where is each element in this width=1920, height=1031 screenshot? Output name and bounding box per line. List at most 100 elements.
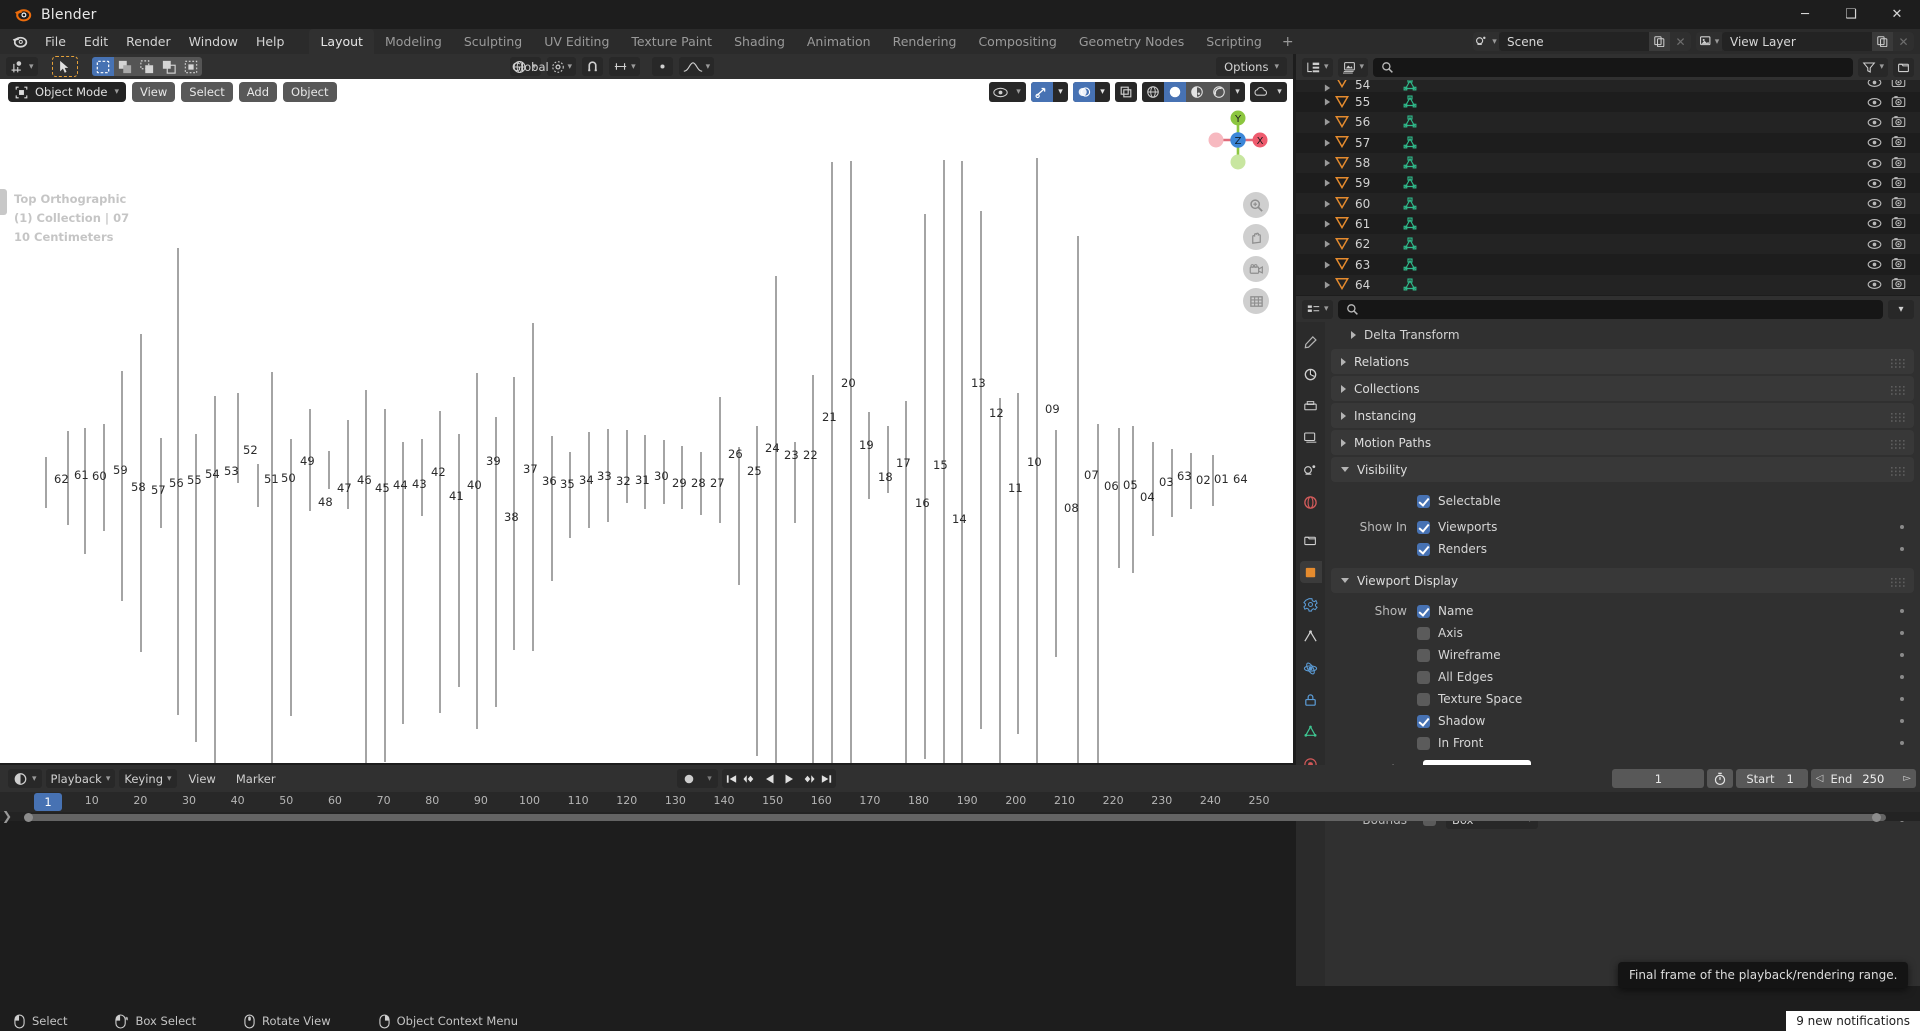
row-display-texture-space[interactable]: Texture Space xyxy=(1325,688,1920,710)
outliner-row[interactable]: 56 xyxy=(1296,112,1920,133)
disable-in-renders-icon[interactable] xyxy=(1891,255,1906,274)
properties-context-dropdown[interactable]: ▾ xyxy=(1302,299,1333,319)
viewports-checkbox[interactable] xyxy=(1417,520,1430,534)
snap-pivot-point-button[interactable]: ▾ xyxy=(546,57,577,76)
outliner-row[interactable]: 57 xyxy=(1296,132,1920,153)
expand-arrow-icon[interactable] xyxy=(1320,261,1335,269)
properties-panel-body[interactable]: Delta Transform Relations Collections Insta… xyxy=(1325,322,1920,986)
row-display-shadow[interactable]: Shadow xyxy=(1325,710,1920,732)
new-view-layer-button[interactable] xyxy=(1872,32,1893,51)
move-view-icon[interactable] xyxy=(1243,224,1269,250)
timeline-expand-arrow-icon[interactable]: ❯ xyxy=(2,809,12,823)
disable-in-renders-icon[interactable] xyxy=(1891,214,1906,233)
tab-collection[interactable] xyxy=(1300,529,1322,551)
animate-property-dot[interactable] xyxy=(1900,719,1904,723)
tab-constraints[interactable] xyxy=(1300,689,1322,711)
navigation-gizmo[interactable]: Y X Z xyxy=(1205,107,1271,173)
hide-in-viewport-icon[interactable] xyxy=(1867,113,1882,132)
hide-in-viewport-icon[interactable] xyxy=(1867,275,1882,294)
hide-in-viewport-icon[interactable] xyxy=(1867,255,1882,274)
hide-in-viewport-icon[interactable] xyxy=(1867,174,1882,193)
object-visibility-icon[interactable] xyxy=(989,82,1011,102)
viewport-sidebar-toggle[interactable] xyxy=(0,189,7,215)
proportional-editing-button[interactable] xyxy=(651,57,673,76)
outliner-row[interactable]: 64 xyxy=(1296,274,1920,295)
expand-arrow-icon[interactable] xyxy=(1320,118,1335,126)
texture-space-checkbox[interactable] xyxy=(1417,692,1430,706)
current-frame-field[interactable]: 1 xyxy=(1612,769,1705,788)
mesh-data-icon[interactable] xyxy=(1403,115,1417,129)
panel-instancing[interactable]: Instancing xyxy=(1331,403,1914,428)
expand-arrow-icon[interactable] xyxy=(1320,200,1335,208)
tab-output[interactable] xyxy=(1300,395,1322,417)
selectable-checkbox[interactable] xyxy=(1417,494,1430,508)
properties-options-chevron-down-icon[interactable]: ▾ xyxy=(1888,299,1914,319)
transform-orientation-dropdown[interactable]: Global ▾ xyxy=(510,57,549,76)
animate-property-dot[interactable] xyxy=(1900,653,1904,657)
disable-in-renders-icon[interactable] xyxy=(1891,154,1906,173)
view-layer-selector[interactable]: View Layer ✕ xyxy=(1722,32,1914,51)
timeline-horizontal-scrollbar[interactable]: ❯ xyxy=(0,809,1920,823)
menu-edit[interactable]: Edit xyxy=(75,31,117,52)
panel-drag-grip[interactable] xyxy=(1891,357,1905,368)
row-display-wireframe[interactable]: Wireframe xyxy=(1325,644,1920,666)
disable-in-renders-icon[interactable] xyxy=(1891,174,1906,193)
blender-menu-icon[interactable] xyxy=(8,31,30,53)
select-subtract-icon[interactable] xyxy=(135,57,158,76)
row-show-in-renders[interactable]: Renders xyxy=(1325,538,1920,560)
disable-in-renders-icon[interactable] xyxy=(1891,235,1906,254)
disable-in-renders-icon[interactable] xyxy=(1891,93,1906,112)
next-keyframe-button[interactable] xyxy=(798,769,817,788)
overlays-toggle-icon[interactable] xyxy=(1073,82,1095,102)
toggle-perspective-ortho-icon[interactable] xyxy=(1243,288,1269,314)
maximize-button[interactable]: ❑ xyxy=(1828,0,1874,29)
auto-keying-record-icon[interactable] xyxy=(677,769,701,788)
all-edges-checkbox[interactable] xyxy=(1417,670,1430,684)
jump-to-start-button[interactable] xyxy=(722,769,741,788)
panel-collections[interactable]: Collections xyxy=(1331,376,1914,401)
row-display-all-edges[interactable]: All Edges xyxy=(1325,666,1920,688)
transform-pivot-button[interactable]: ▾ xyxy=(6,57,38,76)
timeline-menu-marker[interactable]: Marker xyxy=(228,769,284,789)
hide-in-viewport-icon[interactable] xyxy=(1867,154,1882,173)
timeline-scroll-handle-left[interactable] xyxy=(24,812,33,822)
tab-modeling[interactable]: Modeling xyxy=(374,29,453,54)
zoom-view-icon[interactable] xyxy=(1243,192,1269,218)
row-selectable[interactable]: Selectable xyxy=(1325,490,1920,512)
hide-in-viewport-icon[interactable] xyxy=(1867,214,1882,233)
visibility-chevron-down-icon[interactable]: ▾ xyxy=(1011,82,1026,102)
tab-render[interactable] xyxy=(1300,363,1322,385)
tab-compositing[interactable]: Compositing xyxy=(967,29,1067,54)
menu-file[interactable]: File xyxy=(36,31,75,52)
row-show-in-viewports[interactable]: Show In Viewports xyxy=(1325,516,1920,538)
properties-search-input[interactable] xyxy=(1337,299,1883,319)
outliner-filter-id-dropdown[interactable]: ▾ xyxy=(1337,57,1369,77)
tab-particles[interactable] xyxy=(1300,625,1322,647)
remove-view-layer-button[interactable]: ✕ xyxy=(1893,32,1914,51)
timeline-menu-keying[interactable]: Keying ▾ xyxy=(119,769,177,788)
panel-motion-paths[interactable]: Motion Paths xyxy=(1331,430,1914,455)
tweak-tool-icon[interactable] xyxy=(53,58,76,75)
timeline-menu-view[interactable]: View xyxy=(181,769,224,789)
tab-scripting[interactable]: Scripting xyxy=(1195,29,1273,54)
use-preview-range-button[interactable] xyxy=(1707,769,1734,788)
gizmo-toggle-icon[interactable] xyxy=(1031,82,1053,102)
viewport-menu-object[interactable]: Object xyxy=(283,82,337,102)
expand-arrow-icon[interactable] xyxy=(1320,179,1335,187)
animate-property-dot[interactable] xyxy=(1900,741,1904,745)
timeline-scroll-handle-right[interactable] xyxy=(1872,812,1881,822)
mesh-data-icon[interactable] xyxy=(1403,278,1417,292)
tab-texture-paint[interactable]: Texture Paint xyxy=(620,29,723,54)
mesh-data-icon[interactable] xyxy=(1403,217,1417,231)
outliner-row[interactable]: 58 xyxy=(1296,152,1920,174)
animate-property-dot[interactable] xyxy=(1900,525,1904,529)
mesh-data-icon[interactable] xyxy=(1403,257,1417,272)
panel-drag-grip[interactable] xyxy=(1891,438,1905,449)
mesh-data-icon[interactable] xyxy=(1403,156,1417,170)
scene-selector[interactable]: Scene ✕ xyxy=(1499,32,1691,51)
shading-chevron-down-icon[interactable]: ▾ xyxy=(1230,82,1245,102)
select-extend-icon[interactable] xyxy=(113,57,136,76)
viewport-3d[interactable]: 62 61 60 59 58 57 56 55 54 53 52 51 50 49 48 47 46 45 44 43… xyxy=(0,79,1293,763)
play-reverse-button[interactable] xyxy=(760,769,779,788)
panel-visibility[interactable]: Visibility xyxy=(1331,457,1914,482)
